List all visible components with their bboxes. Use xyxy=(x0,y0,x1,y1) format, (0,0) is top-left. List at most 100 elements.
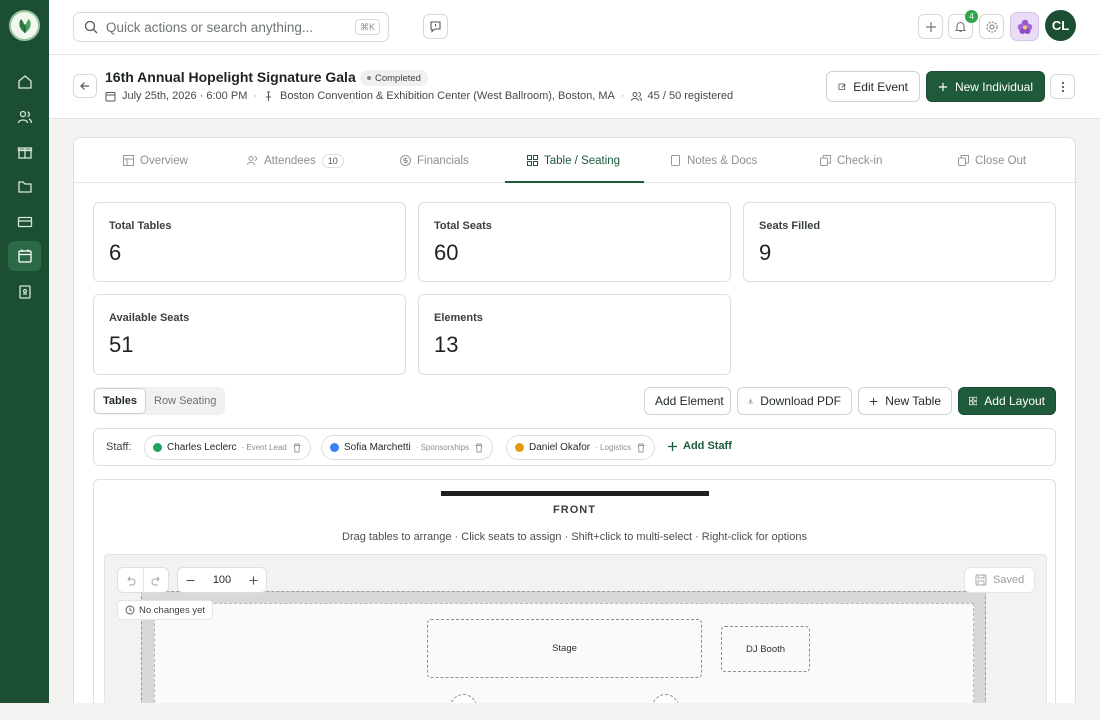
trash-icon[interactable] xyxy=(636,443,646,453)
tab-financials[interactable]: Financials xyxy=(400,138,469,183)
trash-icon[interactable] xyxy=(292,443,302,453)
leaf-icon xyxy=(18,18,31,33)
edit-event-button[interactable]: Edit Event xyxy=(826,71,920,102)
zoom-out-button[interactable] xyxy=(178,568,203,592)
add-element-button[interactable]: Add Element xyxy=(644,387,731,415)
topbar: Quick actions or search anything... ⌘K 4… xyxy=(49,0,1100,55)
tab-bar: Overview Attendees 10 Financials Table /… xyxy=(74,138,1075,183)
back-button[interactable] xyxy=(73,74,97,98)
canvas-hint: Drag tables to arrange · Click seats to … xyxy=(342,531,807,543)
stat-total-seats: Total Seats 60 xyxy=(418,202,731,282)
stage-element[interactable]: Stage xyxy=(427,619,702,678)
seating-canvas: FRONT Drag tables to arrange · Click sea… xyxy=(93,479,1056,719)
sidebar-item-reports[interactable] xyxy=(11,278,38,305)
chat-icon xyxy=(430,21,441,33)
saved-button[interactable]: Saved xyxy=(964,567,1036,593)
sidebar-item-documents[interactable] xyxy=(11,173,38,200)
feedback-button[interactable] xyxy=(423,14,448,39)
credit-card-icon xyxy=(17,216,32,227)
zoom-controls: 100 xyxy=(177,567,267,593)
plus-icon xyxy=(249,576,258,584)
tab-attendees[interactable]: Attendees 10 xyxy=(247,138,344,183)
calendar-icon xyxy=(105,91,116,101)
flower-icon xyxy=(1017,19,1032,34)
staff-color-dot xyxy=(330,443,339,452)
history-controls xyxy=(117,567,169,593)
event-header: 16th Annual Hopelight Signature Gala Com… xyxy=(49,55,1100,119)
undo-icon xyxy=(127,576,136,586)
org-switcher-button[interactable] xyxy=(1010,12,1039,41)
staff-chip[interactable]: Sofia Marchetti · Sponsorships xyxy=(321,435,494,460)
settings-button[interactable] xyxy=(979,14,1004,39)
staff-label: Staff: xyxy=(106,441,132,453)
more-options-button[interactable] xyxy=(1050,74,1075,99)
tab-notes-docs[interactable]: Notes & Docs xyxy=(670,138,757,183)
search-input[interactable]: Quick actions or search anything... ⌘K xyxy=(73,12,389,42)
staff-color-dot xyxy=(515,443,524,452)
staff-bar: Staff: Charles Leclerc · Event Lead Sofi… xyxy=(93,428,1056,466)
sidebar-item-payments[interactable] xyxy=(11,208,38,235)
tables-view-button[interactable]: Tables xyxy=(94,388,147,414)
sidebar xyxy=(0,0,49,703)
arrow-left-icon xyxy=(80,82,89,90)
minus-icon xyxy=(186,579,195,581)
user-avatar[interactable]: CL xyxy=(1045,10,1076,41)
notifications-button[interactable]: 4 xyxy=(948,10,978,39)
new-table-button[interactable]: New Table xyxy=(858,387,952,415)
staff-chip[interactable]: Daniel Okafor · Logistics xyxy=(506,435,656,460)
page-title: 16th Annual Hopelight Signature Gala xyxy=(105,69,356,85)
download-pdf-button[interactable]: Download PDF xyxy=(737,387,852,415)
plus-icon xyxy=(938,82,948,91)
tab-table-seating[interactable]: Table / Seating xyxy=(527,138,620,183)
event-date: July 25th, 2026 · 6:00 PM xyxy=(122,90,248,102)
sidebar-item-home[interactable] xyxy=(11,68,38,95)
dollar-icon xyxy=(400,155,411,166)
users-icon xyxy=(630,91,642,101)
users-icon xyxy=(17,110,32,123)
grid-icon xyxy=(527,155,538,166)
plus-icon xyxy=(668,441,677,451)
status-badge: Completed xyxy=(360,70,428,86)
view-toggle: Tables Row Seating xyxy=(93,387,226,415)
layout-icon xyxy=(123,155,134,166)
notification-badge: 4 xyxy=(965,10,978,23)
front-marker xyxy=(441,491,709,496)
app-logo[interactable] xyxy=(9,10,40,41)
quick-add-button[interactable] xyxy=(918,14,943,39)
save-icon xyxy=(975,574,987,586)
zoom-in-button[interactable] xyxy=(241,568,266,592)
pin-icon xyxy=(266,91,272,101)
folder-icon xyxy=(17,180,32,193)
gift-icon xyxy=(17,146,32,159)
copy-icon xyxy=(958,155,969,166)
staff-chip[interactable]: Charles Leclerc · Event Lead xyxy=(144,435,311,460)
floor-plan-area[interactable]: Stage DJ Booth xyxy=(141,591,986,718)
trash-icon[interactable] xyxy=(474,443,484,453)
dj-booth-element[interactable]: DJ Booth xyxy=(721,626,810,672)
gear-icon xyxy=(985,20,998,33)
change-status: No changes yet xyxy=(117,600,214,620)
stat-seats-filled: Seats Filled 9 xyxy=(743,202,1056,282)
canvas-workspace[interactable]: Stage DJ Booth 100 No changes yet Saved xyxy=(104,554,1047,718)
active-tab-indicator xyxy=(505,181,644,183)
sidebar-item-gifts[interactable] xyxy=(11,138,38,165)
redo-button[interactable] xyxy=(143,568,168,592)
sidebar-item-contacts[interactable] xyxy=(11,103,38,130)
bell-icon xyxy=(954,21,967,33)
undo-button[interactable] xyxy=(118,568,143,592)
add-layout-button[interactable]: Add Layout xyxy=(958,387,1056,415)
tab-check-in[interactable]: Check-in xyxy=(820,138,882,183)
edit-icon xyxy=(838,83,846,91)
tab-close-out[interactable]: Close Out xyxy=(958,138,1026,183)
clipboard-icon xyxy=(18,284,31,299)
row-seating-view-button[interactable]: Row Seating xyxy=(146,388,224,414)
zoom-level[interactable]: 100 xyxy=(203,574,241,586)
sidebar-item-events[interactable] xyxy=(8,241,41,271)
staff-color-dot xyxy=(153,443,162,452)
new-individual-button[interactable]: New Individual xyxy=(926,71,1045,102)
grid-icon xyxy=(969,396,978,406)
add-staff-button[interactable]: Add Staff xyxy=(667,440,732,452)
floor-plan-inner[interactable]: Stage DJ Booth xyxy=(154,603,974,718)
tab-overview[interactable]: Overview xyxy=(123,138,188,183)
window-bottom-strip xyxy=(0,703,1100,720)
